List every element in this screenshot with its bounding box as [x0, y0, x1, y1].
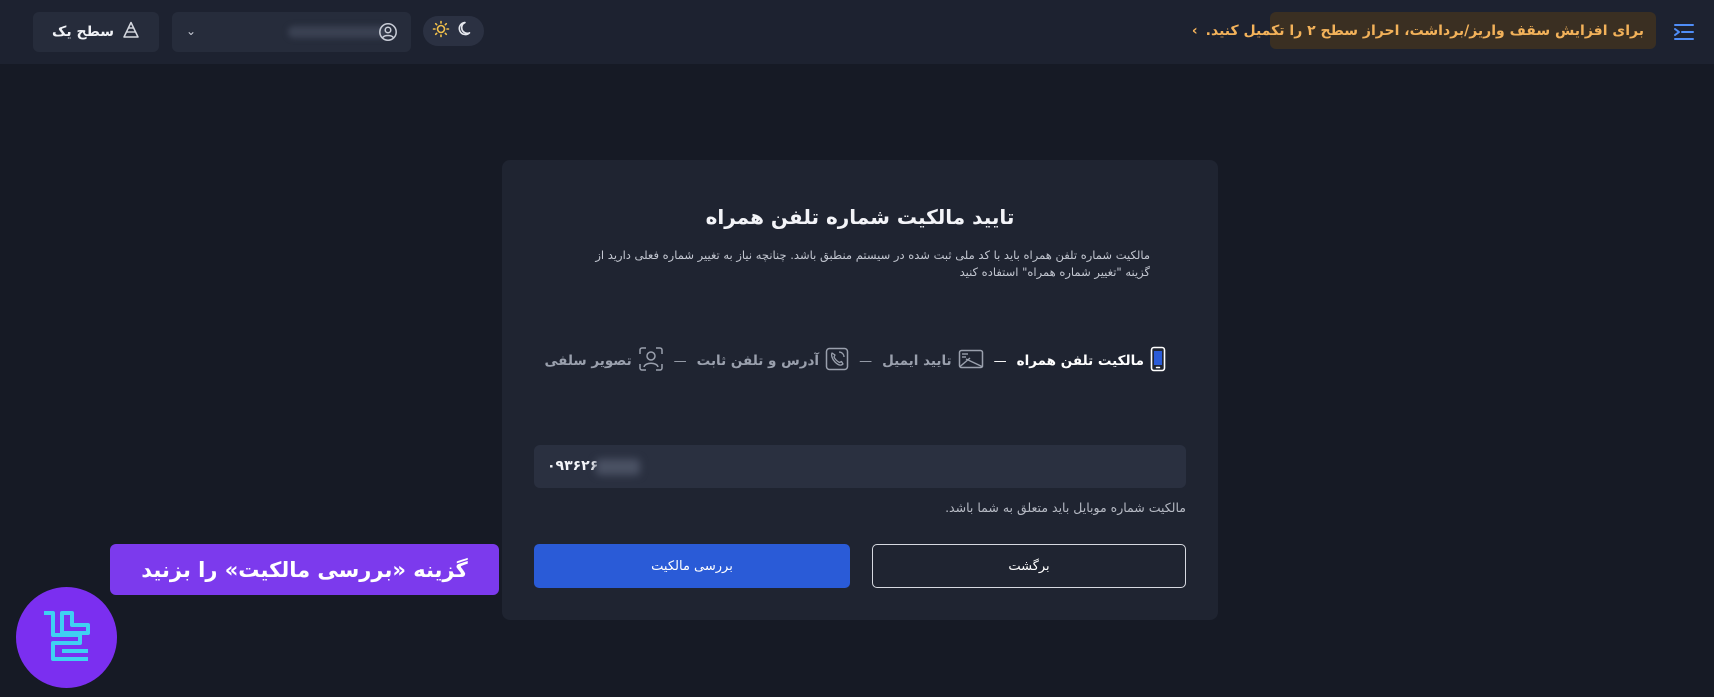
- sun-icon[interactable]: [432, 20, 450, 42]
- field-hint: مالکیت شماره موبایل باید متعلق به شما با…: [945, 500, 1186, 515]
- card-description: مالکیت شماره تلفن همراه باید با کد ملی ث…: [595, 248, 1150, 279]
- user-icon: [378, 22, 398, 46]
- instruction-callout: گزینه «بررسی مالکیت» را بزنید: [110, 544, 499, 595]
- theme-toggle[interactable]: [423, 16, 484, 46]
- mobile-icon: [1150, 346, 1166, 376]
- mobile-number-field[interactable]: ۰۹۳۶۲۶: [534, 445, 1186, 488]
- back-button[interactable]: برگشت: [872, 544, 1186, 588]
- step-email: تایید ایمیل: [882, 349, 984, 373]
- step-separator: —: [673, 353, 687, 369]
- check-ownership-button[interactable]: بررسی مالکیت: [534, 544, 850, 588]
- email-icon: [958, 349, 984, 373]
- step-address-landline: آدرس و تلفن ثابت: [697, 347, 849, 375]
- level-label: سطح یک: [52, 24, 114, 40]
- level-upgrade-notice[interactable]: برای افزایش سقف واریز/برداشت، احراز سطح …: [1192, 12, 1656, 49]
- step-label: تایید ایمیل: [882, 353, 952, 369]
- masked-username: [288, 26, 388, 38]
- masked-number-digits: [596, 459, 640, 475]
- phone-verification-card: تایید مالکیت شماره تلفن همراه مالکیت شما…: [502, 160, 1218, 620]
- step-mobile-ownership: مالکیت تلفن همراه: [1017, 346, 1166, 376]
- landline-phone-icon: [825, 347, 849, 375]
- user-account-dropdown[interactable]: ⌄: [172, 12, 411, 52]
- selfie-icon: [638, 346, 664, 376]
- level-badge[interactable]: سطح یک: [33, 12, 159, 52]
- top-bar: برای افزایش سقف واریز/برداشت، احراز سطح …: [0, 0, 1714, 64]
- step-separator: —: [859, 353, 873, 369]
- verification-steps: مالکیت تلفن همراه — تایید ایمیل — آدرس و…: [545, 346, 1166, 376]
- chevron-left-icon: ›: [1191, 22, 1198, 39]
- mobile-number-value: ۰۹۳۶۲۶: [547, 458, 599, 474]
- logo-mark-icon: [43, 610, 90, 661]
- step-label: آدرس و تلفن ثابت: [696, 353, 820, 369]
- brand-logo: [16, 587, 117, 688]
- page-title: تایید مالکیت شماره تلفن همراه: [705, 205, 1015, 229]
- level-icon: [122, 21, 140, 43]
- step-separator: —: [993, 353, 1007, 369]
- notice-text: برای افزایش سقف واریز/برداشت، احراز سطح …: [1205, 22, 1644, 39]
- sidebar-toggle-icon[interactable]: [1670, 18, 1698, 46]
- step-label: تصویر سلفی: [544, 353, 632, 369]
- moon-icon[interactable]: [457, 20, 475, 42]
- chevron-down-icon: ⌄: [186, 24, 197, 38]
- step-selfie: تصویر سلفی: [545, 346, 664, 376]
- step-label: مالکیت تلفن همراه: [1016, 353, 1144, 369]
